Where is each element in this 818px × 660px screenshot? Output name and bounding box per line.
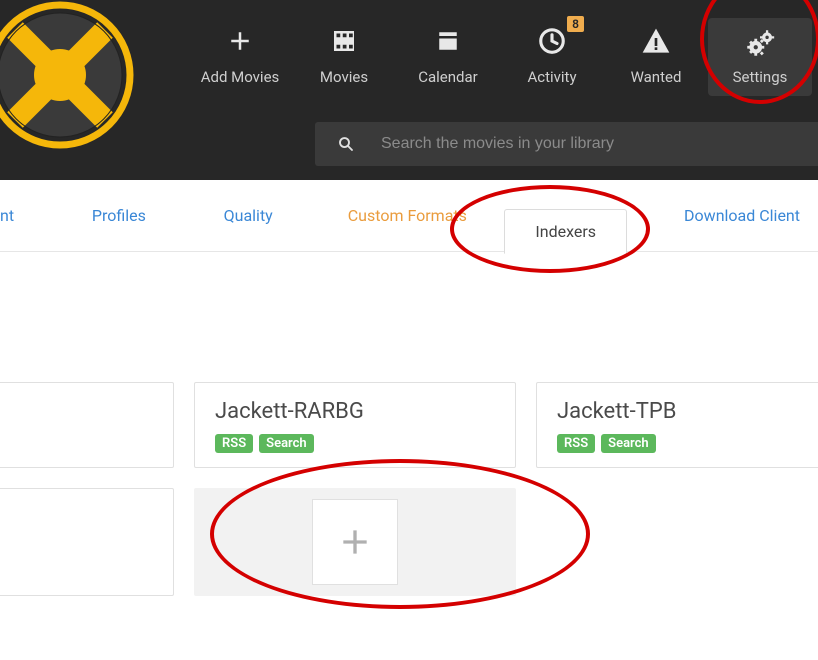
rss-badge: RSS <box>215 434 253 453</box>
nav-activity[interactable]: 8 Activity <box>500 18 604 96</box>
indexer-card[interactable]: dope <box>0 382 174 468</box>
settings-subnav: nt Profiles Quality Custom Formats Index… <box>0 180 818 252</box>
nav-movies[interactable]: Movies <box>292 18 396 96</box>
indexer-title: Jackett-TPB <box>557 399 818 424</box>
main-nav: Add Movies Movies Calendar 8 Activity <box>188 18 812 96</box>
nav-label: Wanted <box>604 68 708 86</box>
film-icon <box>292 26 396 62</box>
plus-icon <box>335 522 375 562</box>
tab-download-client[interactable]: Download Client <box>666 206 818 225</box>
top-bar: Add Movies Movies Calendar 8 Activity <box>0 0 818 180</box>
nav-label: Activity <box>500 68 604 86</box>
indexer-card[interactable]: K <box>0 488 174 596</box>
indexer-cards-row-2: K <box>0 488 516 596</box>
indexer-badges: RSS Search <box>215 434 495 453</box>
rss-badge: RSS <box>557 434 595 453</box>
nav-label: Add Movies <box>188 68 292 86</box>
tab-quality[interactable]: Quality <box>206 206 291 225</box>
search-input[interactable] <box>381 135 818 153</box>
add-inner <box>312 499 398 585</box>
tab-profiles[interactable]: Profiles <box>74 206 164 225</box>
indexer-title: Jackett-RARBG <box>215 399 495 424</box>
search-icon <box>337 135 355 153</box>
search-badge: Search <box>259 434 314 453</box>
calendar-icon <box>396 26 500 62</box>
app-logo <box>0 0 135 150</box>
nav-label: Settings <box>708 68 812 86</box>
nav-label: Calendar <box>396 68 500 86</box>
clock-icon <box>500 26 604 62</box>
plus-icon <box>188 26 292 62</box>
add-indexer-card[interactable] <box>194 488 516 596</box>
indexers-panel: dope Jackett-RARBG RSS Search Jackett-TP… <box>0 252 818 382</box>
indexer-badges: RSS Search <box>557 434 818 453</box>
warning-icon <box>604 26 708 62</box>
indexer-cards-row-1: dope Jackett-RARBG RSS Search Jackett-TP… <box>0 382 818 468</box>
gears-icon <box>708 26 812 62</box>
search-badge: Search <box>601 434 656 453</box>
nav-wanted[interactable]: Wanted <box>604 18 708 96</box>
nav-calendar[interactable]: Calendar <box>396 18 500 96</box>
nav-label: Movies <box>292 68 396 86</box>
tab-indexers[interactable]: Indexers <box>504 209 627 254</box>
activity-badge: 8 <box>567 16 584 32</box>
search-bar[interactable] <box>315 122 818 166</box>
indexer-card[interactable]: Jackett-TPB RSS Search <box>536 382 818 468</box>
tab-partial[interactable]: nt <box>0 206 32 225</box>
indexer-title: dope <box>0 399 153 424</box>
indexer-card[interactable]: Jackett-RARBG RSS Search <box>194 382 516 468</box>
tab-custom-formats[interactable]: Custom Formats <box>330 206 485 225</box>
nav-settings[interactable]: Settings <box>708 18 812 96</box>
nav-add-movies[interactable]: Add Movies <box>188 18 292 96</box>
